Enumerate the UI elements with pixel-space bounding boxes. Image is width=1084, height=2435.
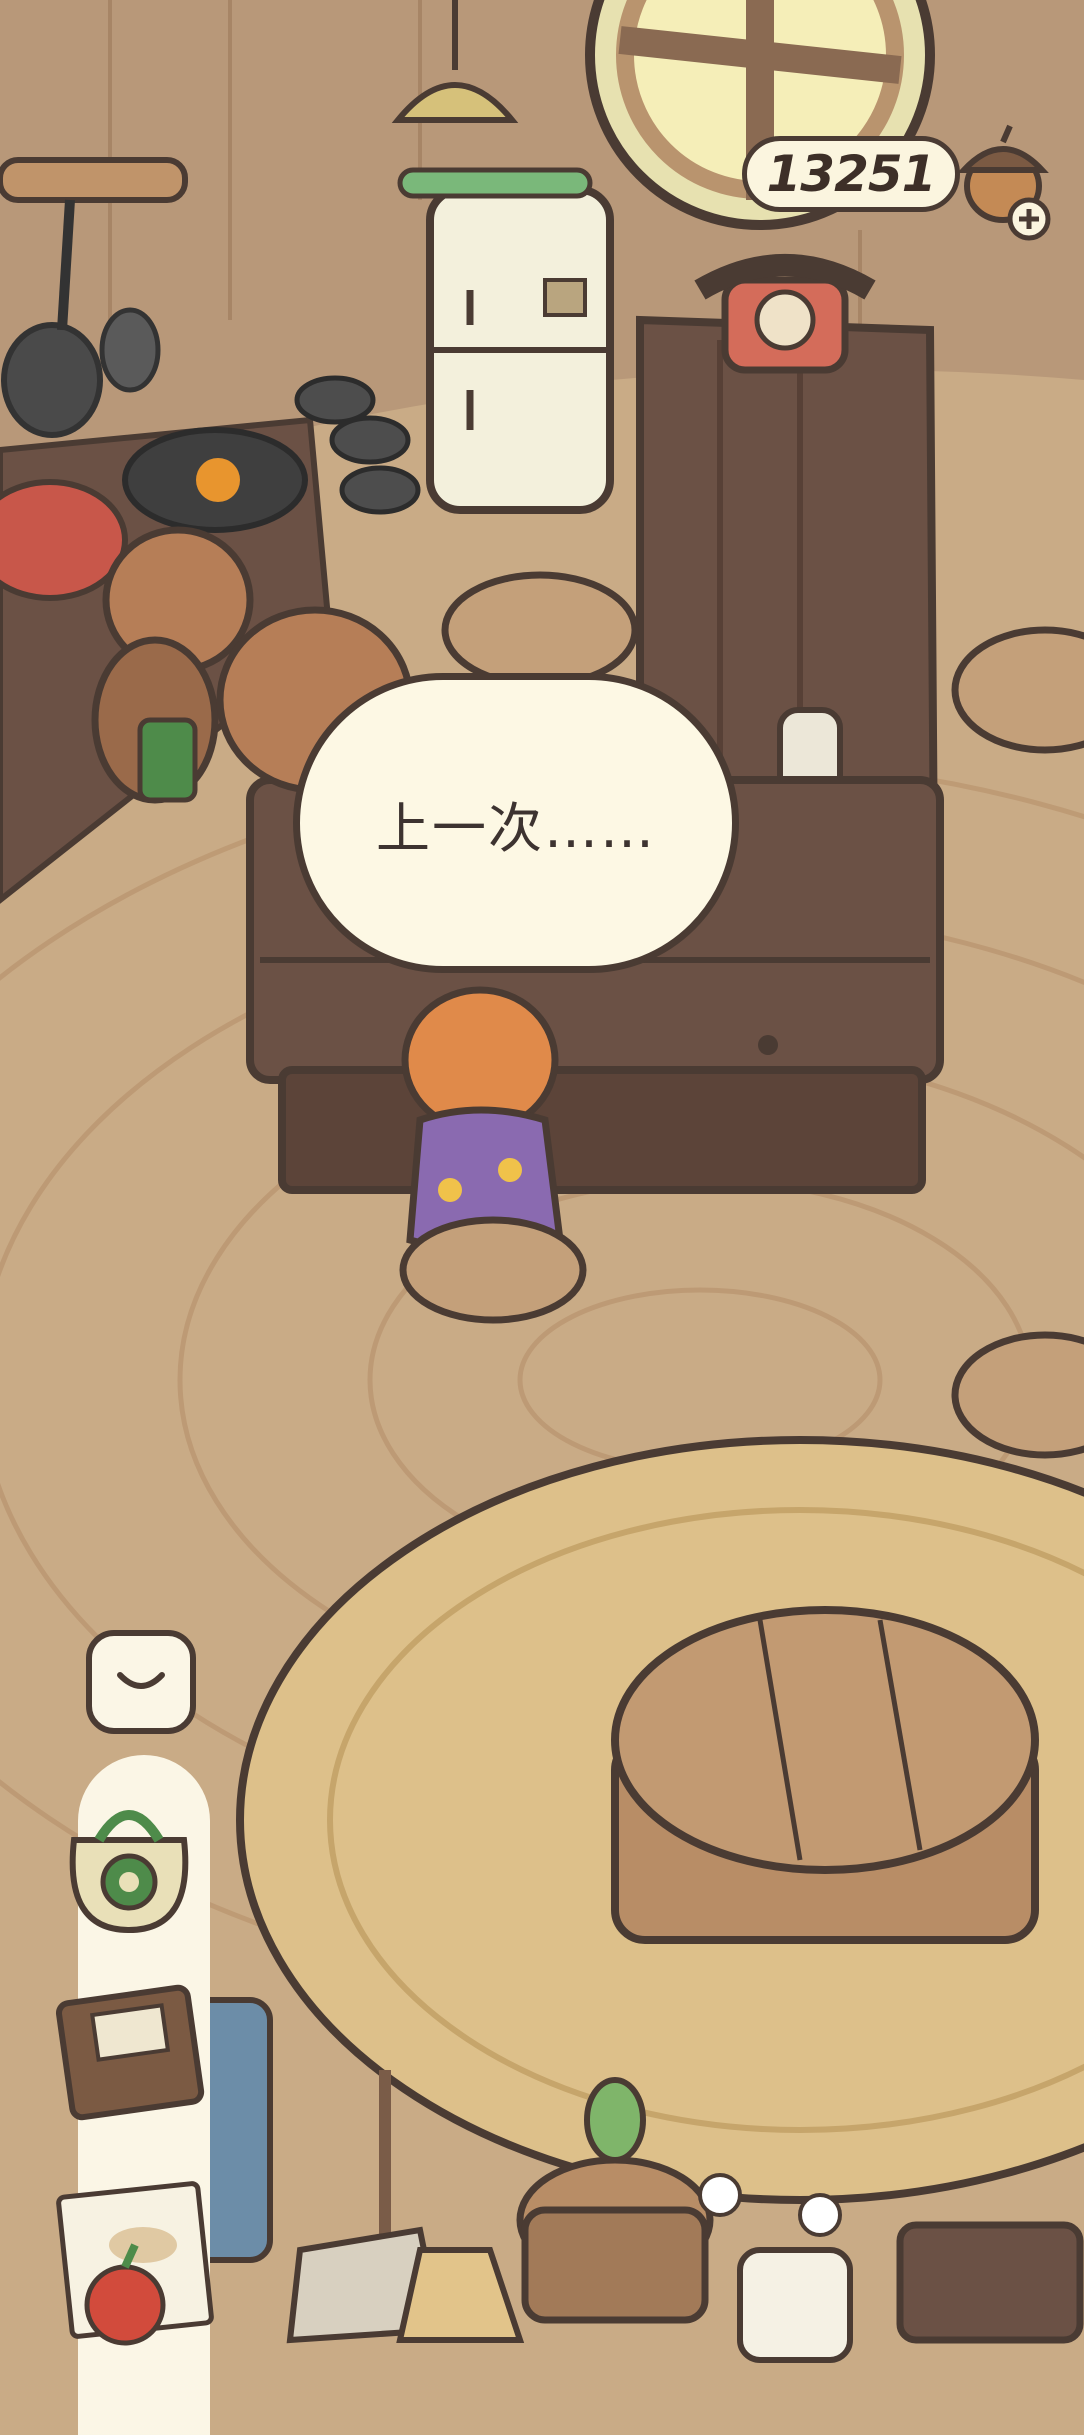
pot-rack xyxy=(0,157,188,203)
dialogue-text: 上一次…… xyxy=(376,796,656,860)
speech-bubble[interactable]: 上一次…… xyxy=(293,673,739,973)
chevron-down-icon xyxy=(117,1672,165,1689)
recipe-book-icon[interactable] xyxy=(55,1975,215,2125)
frying-pan xyxy=(1,322,103,438)
plus-icon[interactable] xyxy=(1006,196,1052,242)
notes-icon[interactable] xyxy=(55,2175,235,2355)
wooden-box xyxy=(896,2221,1084,2344)
fridge xyxy=(397,167,614,514)
dining-table xyxy=(611,1606,1039,1944)
telephone xyxy=(694,254,876,374)
currency-counter: 13251 xyxy=(742,136,960,212)
currency-value: 13251 xyxy=(766,145,937,203)
collapse-toolbar-button[interactable] xyxy=(86,1630,196,1734)
bag-icon[interactable] xyxy=(44,1790,214,1940)
